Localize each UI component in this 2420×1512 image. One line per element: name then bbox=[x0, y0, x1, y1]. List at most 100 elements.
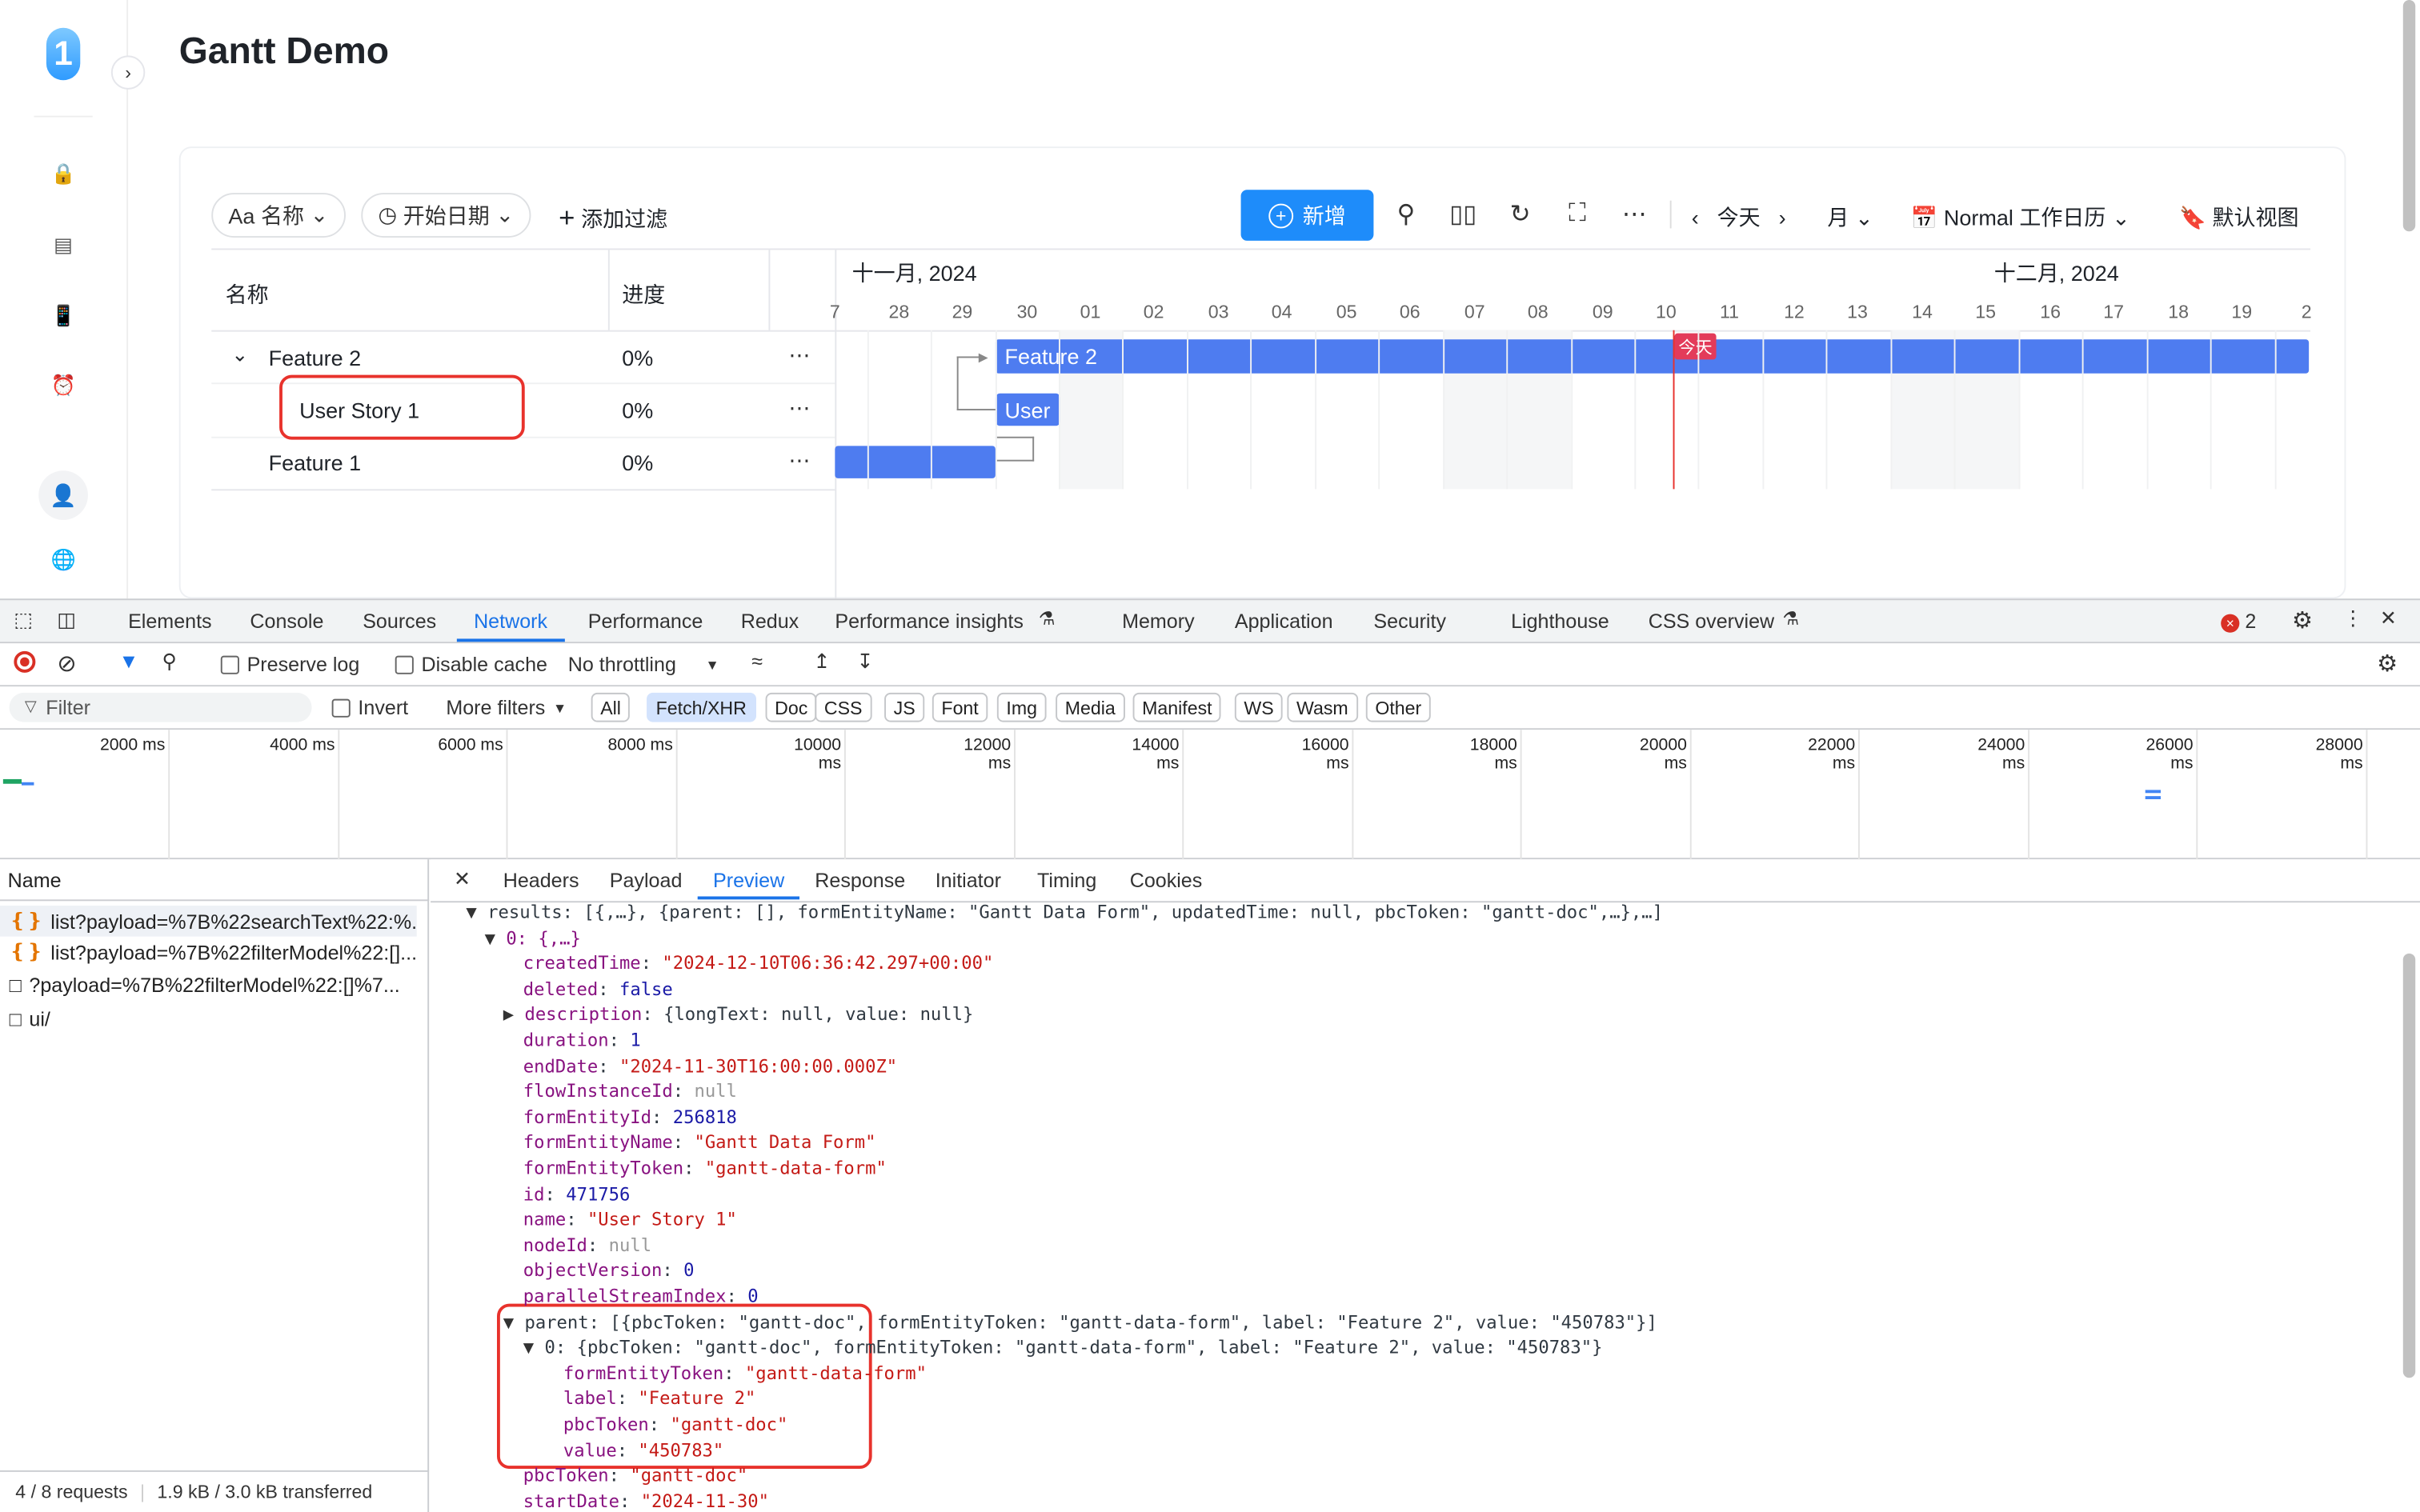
devtools-tab-performance[interactable]: Performance bbox=[588, 610, 703, 633]
add-filter-button[interactable]: + 添加过滤 bbox=[559, 202, 667, 234]
detail-tab-response[interactable]: Response bbox=[815, 869, 905, 892]
parent-item0-node[interactable]: ▼ 0: {pbcToken: "gantt-doc", formEntityT… bbox=[523, 1335, 1603, 1360]
request-row[interactable]: ❴❵ list?payload=%7B%22searchText%22:%... bbox=[0, 906, 417, 937]
devtools-tab-lighthouse[interactable]: Lighthouse bbox=[1511, 610, 1609, 633]
gantt-bar-user-story[interactable]: User bbox=[995, 393, 1060, 426]
filter-chip-js[interactable]: JS bbox=[884, 692, 925, 722]
refresh-icon[interactable]: ↻ bbox=[1504, 199, 1536, 230]
row-more-icon[interactable]: ⋯ bbox=[788, 447, 811, 474]
collapse-chevron-icon[interactable]: ⌄ bbox=[231, 342, 248, 367]
search-network-icon[interactable]: ⚲ bbox=[162, 650, 176, 674]
filter-chip-ws[interactable]: WS bbox=[1234, 692, 1284, 722]
devtools-tab-memory[interactable]: Memory bbox=[1122, 610, 1195, 633]
devtools-tab-redux[interactable]: Redux bbox=[741, 610, 799, 633]
detail-tab-timing[interactable]: Timing bbox=[1037, 869, 1096, 892]
close-detail-icon[interactable]: ✕ bbox=[454, 867, 471, 892]
filter-chip-manifest[interactable]: Manifest bbox=[1132, 692, 1222, 722]
checkbox-icon[interactable] bbox=[331, 698, 351, 717]
kebab-menu-icon[interactable]: ⋮ bbox=[2343, 606, 2363, 631]
fullscreen-icon[interactable]: ⛶ bbox=[1562, 199, 1593, 230]
detail-tab-initiator[interactable]: Initiator bbox=[936, 869, 1001, 892]
device-toolbar-icon[interactable]: ◫ bbox=[57, 608, 76, 633]
expand-triangle-icon[interactable]: ▼ bbox=[485, 926, 495, 948]
row-more-icon[interactable]: ⋯ bbox=[788, 395, 811, 422]
field-description[interactable]: ▶ description: {longText: null, value: n… bbox=[503, 1002, 974, 1026]
default-view-button[interactable]: 🔖 默认视图 bbox=[2179, 202, 2298, 234]
devtools-tab-sources[interactable]: Sources bbox=[363, 610, 436, 633]
user-icon[interactable]: 👤 bbox=[38, 470, 88, 520]
item0-node[interactable]: ▼ 0: {,…} bbox=[485, 925, 581, 950]
settings-gear-icon[interactable]: ⚙ bbox=[2292, 606, 2313, 634]
filter-chip-fetch-xhr[interactable]: Fetch/XHR bbox=[647, 692, 756, 722]
expand-sidebar-button[interactable]: › bbox=[110, 55, 146, 90]
name-column-header[interactable]: Name bbox=[0, 864, 430, 902]
app-logo[interactable]: 1 bbox=[46, 27, 81, 81]
network-settings-icon[interactable]: ⚙ bbox=[2377, 650, 2398, 678]
list-icon[interactable]: ▤ bbox=[48, 230, 79, 261]
network-conditions-icon[interactable]: ≈ bbox=[751, 650, 763, 673]
collapse-triangle-icon[interactable]: ▶ bbox=[503, 1003, 514, 1025]
devtools-tab-performance-insights[interactable]: Performance insights bbox=[835, 610, 1024, 633]
gantt-bar-feature-1[interactable] bbox=[835, 446, 996, 478]
parent-node[interactable]: ▼ parent: [{pbcToken: "gantt-doc", formE… bbox=[503, 1310, 1657, 1334]
page-scrollbar[interactable] bbox=[2402, 0, 2416, 232]
error-badge[interactable]: × 2 bbox=[2221, 610, 2256, 633]
filter-chip-media[interactable]: Media bbox=[1056, 692, 1125, 722]
devtools-tab-elements[interactable]: Elements bbox=[128, 610, 212, 633]
preview-scrollbar[interactable] bbox=[2402, 953, 2416, 1378]
row-name-feature-1[interactable]: Feature 1 bbox=[269, 450, 362, 475]
download-icon[interactable]: ↧ bbox=[856, 650, 873, 674]
filter-icon[interactable]: ▼ bbox=[118, 650, 138, 673]
devtools-tab-network[interactable]: Network bbox=[474, 610, 547, 633]
add-button[interactable]: + 新增 bbox=[1240, 190, 1374, 241]
start-date-chip[interactable]: ◷ 开始日期 ⌄ bbox=[361, 193, 531, 238]
detail-tab-preview[interactable]: Preview bbox=[713, 869, 784, 892]
filter-input[interactable]: ▽ Filter bbox=[9, 692, 312, 722]
devtools-tab-security[interactable]: Security bbox=[1373, 610, 1446, 633]
filter-chip-img[interactable]: Img bbox=[996, 692, 1047, 722]
name-field-chip[interactable]: Aa 名称 ⌄ bbox=[211, 193, 346, 238]
detail-tab-headers[interactable]: Headers bbox=[503, 869, 579, 892]
request-row[interactable]: □ ui/ bbox=[10, 1007, 427, 1030]
request-row[interactable]: ❴❵ list?payload=%7B%22filterModel%22:[]..… bbox=[10, 939, 427, 964]
expand-triangle-icon[interactable]: ▼ bbox=[503, 1311, 514, 1333]
results-node[interactable]: ▼ results: [{,…}, {parent: [], formEntit… bbox=[466, 899, 1663, 924]
filter-chip-font[interactable]: Font bbox=[932, 692, 988, 722]
row-name-feature-2[interactable]: Feature 2 bbox=[269, 346, 362, 370]
filter-chip-css[interactable]: CSS bbox=[815, 692, 872, 722]
preserve-log-checkbox[interactable]: Preserve log bbox=[220, 653, 359, 676]
today-nav[interactable]: ‹ 今天 › bbox=[1692, 202, 1786, 234]
network-overview[interactable] bbox=[0, 730, 2420, 860]
checkbox-icon[interactable] bbox=[220, 654, 239, 674]
detail-tab-payload[interactable]: Payload bbox=[610, 869, 683, 892]
close-devtools-icon[interactable]: ✕ bbox=[2380, 606, 2397, 631]
search-icon[interactable]: ⚲ bbox=[1391, 199, 1422, 230]
row-more-icon[interactable]: ⋯ bbox=[788, 342, 811, 369]
alarm-icon[interactable]: ⏰ bbox=[48, 370, 79, 402]
gantt-bar-feature-2[interactable]: Feature 2 bbox=[995, 339, 2310, 374]
filter-chip-other[interactable]: Other bbox=[1365, 692, 1431, 722]
filter-chip-wasm[interactable]: Wasm bbox=[1287, 692, 1358, 722]
filter-chip-doc[interactable]: Doc bbox=[765, 692, 817, 722]
expand-triangle-icon[interactable]: ▼ bbox=[466, 901, 476, 922]
more-filters-select[interactable]: More filters ▼ bbox=[446, 696, 567, 719]
columns-icon[interactable]: ▯▯ bbox=[1448, 199, 1479, 230]
globe-icon[interactable]: 🌐 bbox=[48, 545, 79, 576]
doc-icon[interactable]: 📱 bbox=[48, 301, 79, 332]
calendar-select[interactable]: 📅 Normal 工作日历 ⌄ bbox=[1911, 202, 2130, 234]
devtools-tab-application[interactable]: Application bbox=[1235, 610, 1333, 633]
more-icon[interactable]: ⋯ bbox=[1619, 199, 1650, 230]
expand-triangle-icon[interactable]: ▼ bbox=[523, 1337, 534, 1358]
record-icon[interactable] bbox=[14, 650, 36, 673]
devtools-tab-console[interactable]: Console bbox=[250, 610, 323, 633]
detail-tab-cookies[interactable]: Cookies bbox=[1130, 869, 1203, 892]
invert-checkbox[interactable]: Invert bbox=[331, 696, 408, 719]
devtools-tab-css-overview[interactable]: CSS overview bbox=[1649, 610, 1774, 633]
filter-chip-all[interactable]: All bbox=[591, 692, 631, 722]
upload-icon[interactable]: ↥ bbox=[813, 650, 830, 674]
throttling-select[interactable]: No throttling ▼ bbox=[568, 653, 719, 676]
month-select[interactable]: 月 ⌄ bbox=[1827, 202, 1873, 234]
today-button[interactable]: 今天 bbox=[1717, 202, 1761, 234]
disable-cache-checkbox[interactable]: Disable cache bbox=[395, 653, 547, 676]
inspect-icon[interactable]: ⬚ bbox=[14, 608, 33, 633]
